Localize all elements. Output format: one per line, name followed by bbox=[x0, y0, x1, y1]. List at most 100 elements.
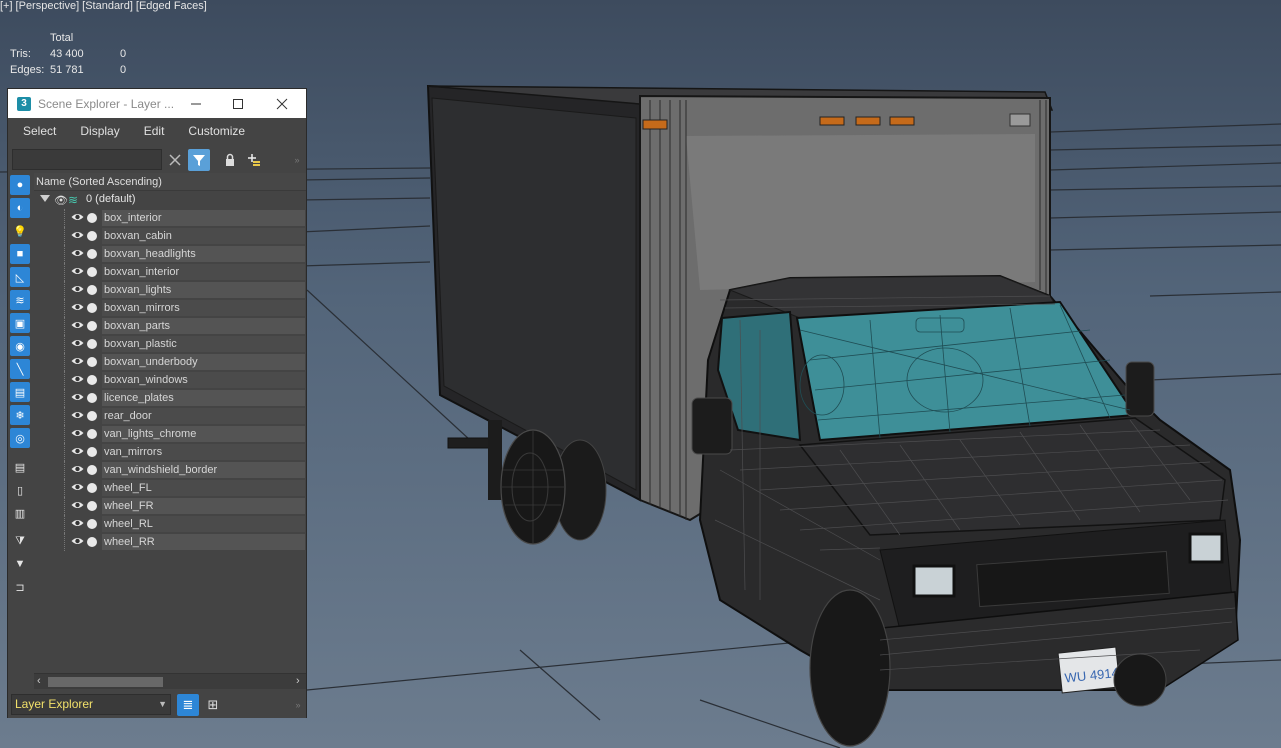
eye-icon[interactable] bbox=[71, 302, 84, 312]
invert-display-icon[interactable]: ▥ bbox=[10, 503, 30, 523]
display-none-icon[interactable]: ▯ bbox=[10, 480, 30, 500]
eye-icon[interactable] bbox=[71, 338, 84, 348]
eye-icon[interactable] bbox=[71, 410, 84, 420]
object-row[interactable]: wheel_FL bbox=[34, 479, 306, 497]
eye-icon[interactable] bbox=[71, 212, 84, 222]
render-toggle-icon[interactable] bbox=[87, 465, 97, 475]
minimize-button[interactable] bbox=[174, 89, 218, 118]
scene-explorer-window[interactable]: 3 Scene Explorer - Layer ... Select Disp… bbox=[7, 88, 307, 718]
toggle-filter-button[interactable] bbox=[188, 149, 210, 171]
object-row[interactable]: licence_plates bbox=[34, 389, 306, 407]
render-toggle-icon[interactable] bbox=[87, 447, 97, 457]
render-toggle-icon[interactable] bbox=[87, 231, 97, 241]
lights-filter-icon[interactable]: 💡 bbox=[10, 221, 30, 241]
create-layer-button[interactable] bbox=[243, 149, 265, 171]
helpers-filter-icon[interactable]: ◺ bbox=[10, 267, 30, 287]
eye-icon[interactable] bbox=[71, 230, 84, 240]
viewport-edged-faces[interactable]: [Edged Faces] bbox=[136, 0, 207, 12]
lock-toggle-button[interactable] bbox=[219, 149, 241, 171]
object-row[interactable]: boxvan_interior bbox=[34, 263, 306, 281]
object-row[interactable]: boxvan_lights bbox=[34, 281, 306, 299]
clear-search-button[interactable] bbox=[164, 149, 186, 171]
close-button[interactable] bbox=[260, 89, 304, 118]
object-row[interactable]: wheel_RL bbox=[34, 515, 306, 533]
object-row[interactable]: boxvan_windows bbox=[34, 371, 306, 389]
render-toggle-icon[interactable] bbox=[87, 411, 97, 421]
xrefs-filter-icon[interactable]: ◉ bbox=[10, 336, 30, 356]
menu-display[interactable]: Display bbox=[65, 124, 128, 138]
object-row[interactable]: van_windshield_border bbox=[34, 461, 306, 479]
object-row[interactable]: wheel_RR bbox=[34, 533, 306, 551]
object-row[interactable]: van_lights_chrome bbox=[34, 425, 306, 443]
eye-icon[interactable] bbox=[71, 500, 84, 510]
filter-funnel-icon[interactable]: ⧩ bbox=[10, 531, 30, 551]
horizontal-scrollbar[interactable]: ‹ › bbox=[34, 673, 306, 689]
render-toggle-icon[interactable] bbox=[87, 303, 97, 313]
eye-icon[interactable] bbox=[71, 428, 84, 438]
object-row[interactable]: boxvan_cabin bbox=[34, 227, 306, 245]
render-toggle-icon[interactable] bbox=[87, 249, 97, 259]
scrollbar-thumb[interactable] bbox=[48, 677, 163, 687]
collapse-triangle-icon[interactable] bbox=[40, 195, 50, 202]
viewport-label[interactable]: [+] [Perspective] [Standard] [Edged Faces] bbox=[0, 0, 210, 12]
layer-row-default[interactable]: 👁 ≋ 0 (default) bbox=[34, 191, 306, 209]
render-toggle-icon[interactable] bbox=[87, 285, 97, 295]
menu-customize[interactable]: Customize bbox=[173, 124, 254, 138]
object-row[interactable]: boxvan_headlights bbox=[34, 245, 306, 263]
render-toggle-icon[interactable] bbox=[87, 357, 97, 367]
render-toggle-icon[interactable] bbox=[87, 537, 97, 547]
scroll-right-icon[interactable]: › bbox=[296, 675, 300, 687]
eye-icon[interactable] bbox=[71, 464, 84, 474]
viewport-view-label[interactable]: [Perspective] bbox=[16, 0, 80, 12]
eye-icon[interactable] bbox=[71, 248, 84, 258]
footer-overflow-icon[interactable]: » bbox=[292, 694, 304, 716]
hidden-filter-icon[interactable]: ◎ bbox=[10, 428, 30, 448]
render-toggle-icon[interactable] bbox=[87, 483, 97, 493]
cameras-filter-icon[interactable]: ■ bbox=[10, 244, 30, 264]
funnel-icon[interactable]: ▼ bbox=[10, 554, 30, 574]
explorer-type-dropdown[interactable]: Layer Explorer ▼ bbox=[11, 694, 171, 715]
eye-icon[interactable] bbox=[71, 536, 84, 546]
bones-filter-icon[interactable]: ╲ bbox=[10, 359, 30, 379]
object-row[interactable]: boxvan_mirrors bbox=[34, 299, 306, 317]
toolbar-overflow-icon[interactable]: » bbox=[290, 149, 304, 171]
render-toggle-icon[interactable] bbox=[87, 429, 97, 439]
sort-by-hierarchy-button[interactable]: ⊞ bbox=[202, 694, 224, 716]
render-toggle-icon[interactable] bbox=[87, 519, 97, 529]
eye-icon[interactable] bbox=[71, 356, 84, 366]
eye-icon[interactable] bbox=[71, 518, 84, 528]
object-row[interactable]: boxvan_underbody bbox=[34, 353, 306, 371]
object-row[interactable]: boxvan_parts bbox=[34, 317, 306, 335]
eye-icon[interactable] bbox=[71, 482, 84, 492]
eye-icon[interactable] bbox=[71, 266, 84, 276]
eye-icon[interactable] bbox=[71, 374, 84, 384]
object-row[interactable]: wheel_FR bbox=[34, 497, 306, 515]
title-bar[interactable]: 3 Scene Explorer - Layer ... bbox=[8, 89, 306, 118]
eye-icon[interactable] bbox=[71, 446, 84, 456]
eye-icon[interactable]: 👁 bbox=[54, 194, 68, 207]
render-toggle-icon[interactable] bbox=[87, 339, 97, 349]
layer-tree[interactable]: Name (Sorted Ascending) 👁 ≋ 0 (default) … bbox=[34, 173, 306, 675]
spacewarps-filter-icon[interactable]: ≋ bbox=[10, 290, 30, 310]
viewport-shading-standard[interactable]: [Standard] bbox=[82, 0, 133, 12]
groups-filter-icon[interactable]: ▣ bbox=[10, 313, 30, 333]
eye-icon[interactable] bbox=[71, 284, 84, 294]
search-input[interactable] bbox=[12, 149, 162, 170]
render-toggle-icon[interactable] bbox=[87, 393, 97, 403]
render-toggle-icon[interactable] bbox=[87, 321, 97, 331]
render-toggle-icon[interactable] bbox=[87, 375, 97, 385]
sync-selection-icon[interactable]: ⊐ bbox=[10, 577, 30, 597]
geometry-filter-icon[interactable]: ● bbox=[10, 175, 30, 195]
menu-edit[interactable]: Edit bbox=[129, 124, 174, 138]
frozen-filter-icon[interactable]: ❄ bbox=[10, 405, 30, 425]
object-row[interactable]: boxvan_plastic bbox=[34, 335, 306, 353]
eye-icon[interactable] bbox=[71, 320, 84, 330]
render-toggle-icon[interactable] bbox=[87, 213, 97, 223]
object-row[interactable]: box_interior bbox=[34, 209, 306, 227]
shapes-filter-icon[interactable]: ◐ bbox=[10, 198, 30, 218]
viewport-menu-plus[interactable]: [+] bbox=[0, 0, 13, 12]
display-all-icon[interactable]: ▤ bbox=[10, 457, 30, 477]
eye-icon[interactable] bbox=[71, 392, 84, 402]
maximize-button[interactable] bbox=[216, 89, 260, 118]
sort-by-layer-button[interactable]: ≣ bbox=[177, 694, 199, 716]
